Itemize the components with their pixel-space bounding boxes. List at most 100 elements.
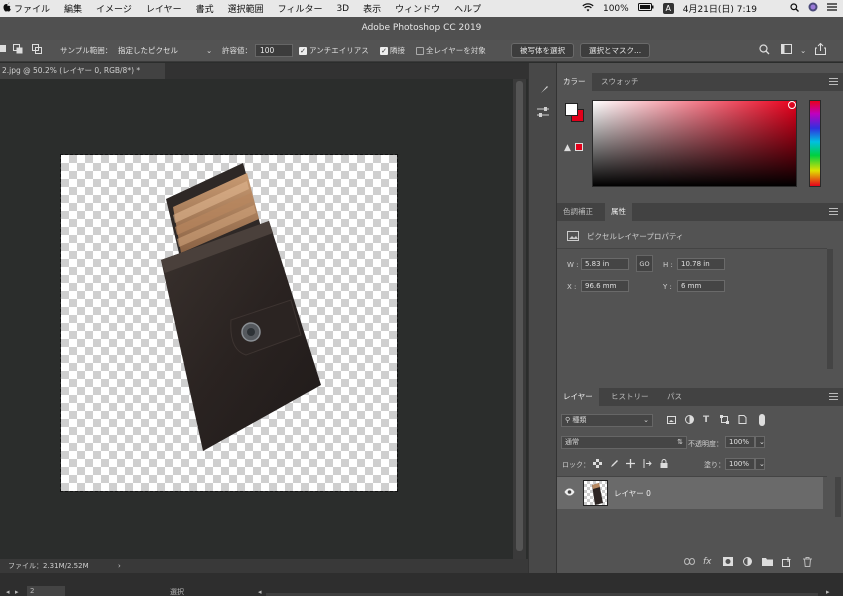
menu-type[interactable]: 書式 xyxy=(196,2,214,15)
web-color-swatch[interactable] xyxy=(575,143,583,151)
tab-history[interactable]: ヒストリー xyxy=(605,388,655,406)
layers-scrollbar[interactable] xyxy=(835,477,841,517)
new-group-folder-icon[interactable] xyxy=(762,557,773,569)
lock-transparent-icon[interactable] xyxy=(593,459,602,471)
contiguous-checkbox[interactable]: ✓ 隣接 xyxy=(380,43,405,58)
menu-select[interactable]: 選択範囲 xyxy=(228,2,264,15)
color-spectrum-field[interactable] xyxy=(592,100,797,187)
tab-layers[interactable]: レイヤー xyxy=(557,388,599,406)
tab-color[interactable]: カラー xyxy=(557,73,592,91)
search-icon[interactable] xyxy=(759,44,770,59)
menu-window[interactable]: ウィンドウ xyxy=(395,2,440,15)
menu-image[interactable]: イメージ xyxy=(96,2,132,15)
selection-new-icon[interactable] xyxy=(0,43,8,58)
height-input[interactable]: 10.78 in xyxy=(677,258,725,270)
workspace-icon[interactable] xyxy=(781,44,792,59)
adjustments-icon[interactable] xyxy=(536,106,550,121)
prev-page-icon[interactable]: ◂ xyxy=(6,588,10,596)
menu-filter[interactable]: フィルター xyxy=(278,2,323,15)
add-mask-icon[interactable] xyxy=(723,557,733,569)
x-input[interactable]: 96.6 mm xyxy=(581,280,629,292)
notification-center-icon[interactable] xyxy=(827,3,837,14)
filter-adjustment-icon[interactable] xyxy=(685,415,694,427)
scrollbar-thumb[interactable] xyxy=(516,81,523,551)
properties-scrollbar[interactable] xyxy=(827,249,833,369)
first-page-icon[interactable]: ▸ xyxy=(15,588,19,596)
brush-preset-icon[interactable] xyxy=(537,85,549,100)
document-tab[interactable]: 2.jpg @ 50.2% (レイヤー 0, RGB/8*) * xyxy=(0,63,165,79)
tab-swatches[interactable]: スウォッチ xyxy=(595,73,645,91)
chevron-right-icon[interactable]: › xyxy=(118,559,121,573)
filter-smart-object-icon[interactable] xyxy=(738,415,747,427)
select-and-mask-button[interactable]: 選択とマスク... xyxy=(580,43,651,58)
opacity-dropdown[interactable]: ⌄ xyxy=(755,436,765,448)
canvas-vertical-scrollbar[interactable] xyxy=(513,79,526,559)
menu-layer[interactable]: レイヤー xyxy=(146,2,182,15)
apple-icon[interactable] xyxy=(0,2,14,15)
eye-visibility-icon[interactable] xyxy=(564,488,575,498)
lock-all-icon[interactable] xyxy=(660,459,668,471)
scroll-right-icon[interactable]: ▸ xyxy=(826,588,830,596)
all-layers-checkbox[interactable]: 全レイヤーを対象 xyxy=(416,43,486,58)
panel-menu-icon[interactable] xyxy=(829,208,838,215)
menu-help[interactable]: ヘルプ xyxy=(454,2,481,15)
chevron-down-icon[interactable]: ⌄ xyxy=(800,43,806,58)
opacity-input[interactable]: 100% xyxy=(725,436,755,448)
layer-row[interactable]: レイヤー 0 xyxy=(557,477,823,509)
layer-name[interactable]: レイヤー 0 xyxy=(614,488,651,499)
sample-size-value: 指定したピクセル xyxy=(114,45,214,58)
fill-label: 塗り： xyxy=(704,461,725,469)
hue-slider[interactable] xyxy=(809,100,821,187)
panel-menu-icon[interactable] xyxy=(829,393,838,400)
link-dimensions-button[interactable]: GO xyxy=(636,255,653,272)
foreground-color-swatch-top[interactable] xyxy=(565,103,578,116)
tab-properties[interactable]: 属性 xyxy=(605,203,632,221)
sample-size-select[interactable]: 指定したピクセル ⌄ xyxy=(114,43,214,58)
fill-dropdown[interactable]: ⌄ xyxy=(755,458,765,470)
menu-view[interactable]: 表示 xyxy=(363,2,381,15)
color-picker-handle[interactable] xyxy=(788,101,796,109)
menu-edit[interactable]: 編集 xyxy=(64,2,82,15)
gamut-warning-icon[interactable]: ▲ xyxy=(564,143,571,153)
tab-paths[interactable]: パス xyxy=(661,388,688,406)
menu-3d[interactable]: 3D xyxy=(336,4,349,14)
new-adjustment-layer-icon[interactable] xyxy=(743,557,752,569)
selection-add-icon[interactable] xyxy=(13,43,23,58)
link-layers-icon[interactable] xyxy=(684,558,695,568)
blend-mode-select[interactable]: 通常 ⇅ xyxy=(561,436,687,449)
antialias-checkbox[interactable]: ✓ アンチエイリアス xyxy=(299,43,369,58)
fill-input[interactable]: 100% xyxy=(725,458,755,470)
page-number-field[interactable]: 2 xyxy=(27,586,65,596)
menu-file[interactable]: ファイル xyxy=(14,2,50,15)
filter-shape-icon[interactable] xyxy=(720,415,729,427)
panel-menu-icon[interactable] xyxy=(829,78,838,85)
wifi-icon[interactable] xyxy=(582,2,594,15)
width-input[interactable]: 5.83 in xyxy=(581,258,629,270)
tab-adjustments[interactable]: 色調補正 xyxy=(557,203,599,221)
selection-subtract-icon[interactable] xyxy=(32,43,42,58)
filter-pixel-icon[interactable] xyxy=(667,416,676,427)
share-icon[interactable] xyxy=(815,42,826,58)
layer-filter-select[interactable]: ⚲ 種類 ⌄ xyxy=(561,414,653,427)
spotlight-icon[interactable] xyxy=(790,2,799,15)
filter-type-icon[interactable]: T xyxy=(703,415,709,425)
layer-style-fx-icon[interactable]: fx xyxy=(703,557,712,567)
layers-panel-header: レイヤー ヒストリー パス xyxy=(557,388,843,406)
siri-icon[interactable] xyxy=(808,2,818,15)
trash-delete-layer-icon[interactable] xyxy=(803,557,812,570)
layer-thumbnail[interactable] xyxy=(583,480,608,506)
mode-label: 選択 xyxy=(170,588,184,596)
y-input[interactable]: 6 mm xyxy=(677,280,725,292)
tolerance-value[interactable]: 100 xyxy=(255,44,293,57)
input-source-icon[interactable]: A xyxy=(662,3,674,14)
lock-position-icon[interactable] xyxy=(626,459,635,471)
tolerance-input[interactable]: 100 xyxy=(255,43,293,58)
lock-artboard-icon[interactable] xyxy=(643,459,652,471)
filter-toggle-switch[interactable] xyxy=(759,414,765,426)
select-subject-button[interactable]: 被写体を選択 xyxy=(511,43,574,58)
battery-icon[interactable] xyxy=(637,3,654,14)
scroll-left-icon[interactable]: ◂ xyxy=(258,588,262,596)
new-layer-icon[interactable] xyxy=(782,557,792,570)
lock-image-icon[interactable] xyxy=(610,459,619,471)
menubar-datetime[interactable]: 4月21日(日) 7:19 xyxy=(683,2,757,15)
